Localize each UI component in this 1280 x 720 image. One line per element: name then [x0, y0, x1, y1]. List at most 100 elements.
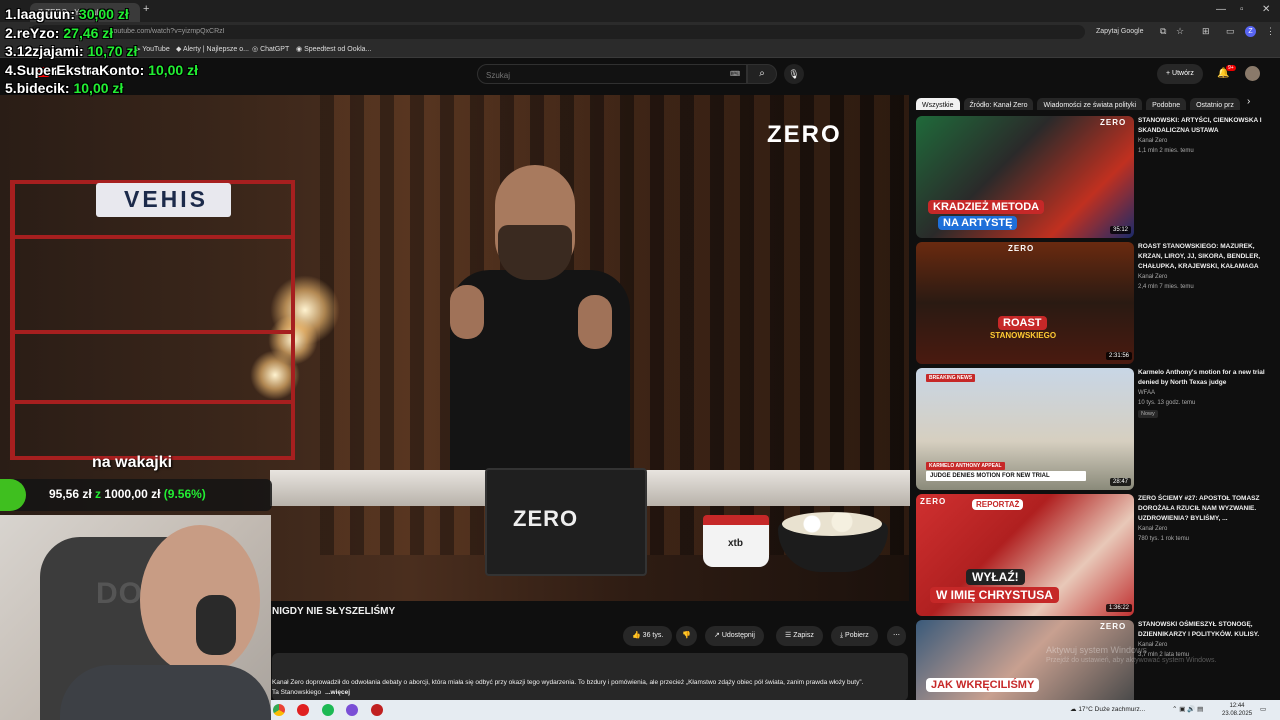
donor-name: bidecik:	[16, 80, 70, 96]
weather-widget[interactable]: ☁ 17°C Duże zachmurz...	[1070, 705, 1145, 713]
donor-amount: 27,46 zł	[63, 25, 114, 41]
donor-rank: 5.	[5, 80, 17, 96]
host-beard	[498, 225, 572, 280]
search-box	[477, 64, 747, 85]
related-title[interactable]: ROAST STANOWSKIEGO: MAZUREK, KRZAN, LIRO…	[1138, 242, 1268, 272]
mug-brand: xtb	[728, 538, 743, 549]
bookmark-youtube[interactable]: ▶ YouTube	[135, 45, 170, 53]
related-meta: 1,1 mln 2 mies. temu	[1138, 148, 1194, 154]
app-icon[interactable]	[346, 704, 358, 716]
thumbnail-caption: KARMELO ANTHONY APPEAL	[926, 462, 1005, 470]
chip-source-kanal-zero[interactable]: Źródło: Kanał Zero	[963, 98, 1034, 110]
chip-world-politics[interactable]: Wiadomości ze świata polityki	[1037, 98, 1143, 110]
like-button[interactable]: 👍 36 tys.	[623, 626, 673, 646]
related-thumbnail[interactable]	[916, 242, 1134, 364]
thumbnail-zero-logo: ZERO	[1100, 622, 1127, 631]
popcorn	[782, 512, 882, 536]
chevron-right-icon[interactable]: ›	[1247, 96, 1250, 107]
url-field[interactable]: youtube.com/watch?v=yizmpQxCRzI	[30, 25, 1085, 39]
user-avatar[interactable]	[1245, 66, 1260, 81]
dislike-button[interactable]: 👎	[676, 626, 697, 646]
donor-name: 12zjajami:	[16, 43, 84, 59]
thumbnail-zero-logo: ZERO	[1100, 118, 1127, 127]
donor-rank: 1.	[5, 6, 17, 22]
app-icon[interactable]	[297, 704, 309, 716]
search-input[interactable]	[478, 66, 746, 85]
microphone-icon: 🎙	[788, 69, 800, 79]
minimize-icon[interactable]: —	[1216, 4, 1226, 15]
show-more-link[interactable]: ...więcej	[325, 689, 350, 696]
create-button[interactable]: + Utwórz	[1157, 64, 1203, 84]
host-hand-right	[578, 295, 612, 349]
donor-rank: 3.	[5, 43, 17, 59]
bookmark-label: Alerty | Najlepsze o...	[182, 46, 249, 53]
search-button[interactable]: ⌕	[747, 64, 777, 84]
maximize-icon[interactable]: ▫	[1240, 4, 1244, 15]
host-hand-left	[450, 285, 484, 339]
thumbnail-caption: JAK WKRĘCILIŚMY	[926, 678, 1040, 692]
donor-amount: 10,70 zł	[87, 43, 138, 59]
shelf-board	[10, 330, 295, 334]
donor-name: reYzo:	[16, 25, 60, 41]
thumbnail-caption: ROAST	[998, 316, 1047, 330]
related-channel[interactable]: Kanał Zero	[1138, 526, 1167, 532]
menu-dots-icon[interactable]: ⋮	[1266, 26, 1275, 37]
bookmark-alerty[interactable]: ◆ Alerty | Najlepsze o...	[176, 45, 249, 53]
donor-row: 3.12zjajami: 10,70 zł	[5, 43, 137, 59]
donor-row: 4.SuperEkstraKonto: 10,00 zł	[5, 62, 198, 78]
description-text: Ta Stanowskiego	[272, 689, 322, 696]
download-button[interactable]: ⤓ Pobierz	[831, 626, 878, 646]
chip-all[interactable]: Wszystkie	[916, 98, 960, 110]
chip-recent[interactable]: Ostatnio prz	[1190, 98, 1240, 110]
bookmark-speedtest[interactable]: ◉ Speedtest od Ookla...	[296, 45, 371, 53]
related-meta: 2,4 mln 7 mies. temu	[1138, 284, 1194, 290]
webcam-overlay: DOOM	[0, 515, 271, 720]
url-text: youtube.com/watch?v=yizmpQxCRzI	[110, 28, 225, 35]
host-figure	[420, 165, 660, 485]
system-clock[interactable]: 12:44 23.08.2025	[1222, 702, 1252, 718]
voice-search-button[interactable]: 🎙	[784, 64, 804, 84]
description-box[interactable]	[272, 653, 908, 701]
bookmark-chatgpt[interactable]: ◎ ChatGPT	[252, 45, 289, 53]
thumbnail-caption: KRADZIEŻ METODA	[928, 200, 1045, 214]
description-line: Ta Stanowskiego ...więcej	[272, 689, 350, 696]
tray-icons[interactable]: ⌃ ▣ 🔊 ▤	[1172, 705, 1203, 713]
thumbnail-caption: WYŁAŹ!	[966, 569, 1025, 585]
notifications-icon[interactable]: ▭	[1260, 705, 1266, 713]
spotify-icon[interactable]	[322, 704, 334, 716]
more-actions-button[interactable]: ⋯	[887, 626, 906, 646]
browser-profile-avatar[interactable]: Z	[1245, 26, 1256, 37]
bookmark-label: YouTube	[142, 46, 170, 53]
donor-rank: 2.	[5, 25, 17, 41]
description-line: Kanał Zero doprowadził do odwołania deba…	[272, 679, 864, 686]
thumbnail-zero-logo: ZERO	[920, 497, 947, 506]
app-icon[interactable]	[371, 704, 383, 716]
like-count: 36 tys.	[642, 632, 664, 639]
related-channel[interactable]: Kanał Zero	[1138, 138, 1167, 144]
sidebar-icon[interactable]: ▭	[1226, 26, 1235, 37]
extensions-icon[interactable]: ⊞	[1202, 26, 1210, 37]
clock-date: 23.08.2025	[1222, 711, 1253, 717]
breaking-news-badge: BREAKING NEWS	[926, 374, 976, 382]
ask-google-chip[interactable]: Zapytaj Google	[1092, 25, 1147, 39]
thumbnail-tag: REPORTAŻ	[972, 499, 1024, 510]
related-title[interactable]: Karmelo Anthony's motion for a new trial…	[1138, 368, 1268, 388]
share-button[interactable]: ↗ Udostępnij	[705, 626, 764, 646]
related-title[interactable]: ZERO ŚCIEMY #27: APOSTOŁ TOMASZ DOROŻAŁA…	[1138, 494, 1268, 524]
close-icon[interactable]: ✕	[1262, 4, 1270, 15]
video-duration: 1:36:22	[1106, 604, 1133, 612]
video-duration: 28:47	[1110, 478, 1132, 486]
donor-row: 5.bidecik: 10,00 zł	[5, 80, 123, 96]
save-button[interactable]: ☰ Zapisz	[776, 626, 823, 646]
star-icon[interactable]: ☆	[1176, 26, 1184, 37]
chip-similar[interactable]: Podobne	[1146, 98, 1187, 110]
cast-icon[interactable]: ⧉	[1160, 26, 1166, 37]
keyboard-icon[interactable]: ⌨	[730, 70, 740, 78]
donor-amount: 30,00 zł	[78, 6, 129, 22]
related-title[interactable]: STANOWSKI OŚMIESZYŁ STONOGĘ, DZIENNIKARZ…	[1138, 620, 1268, 640]
related-channel[interactable]: WFAA	[1138, 390, 1155, 396]
related-channel[interactable]: Kanał Zero	[1138, 274, 1167, 280]
chrome-icon[interactable]	[273, 704, 285, 716]
related-title[interactable]: STANOWSKI: ARTYŚCI, CIENKOWSKA I SKANDAL…	[1138, 116, 1268, 136]
new-tab-button[interactable]: +	[143, 3, 149, 15]
